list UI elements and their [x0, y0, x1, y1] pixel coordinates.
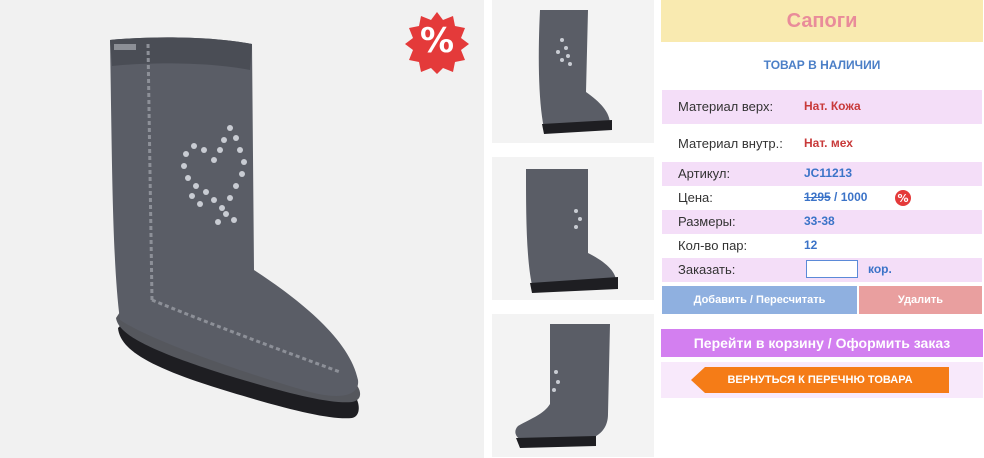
spec-label: Цена: — [678, 190, 713, 205]
product-info-panel: Сапоги ТОВАР В НАЛИЧИИ Материал верх: На… — [660, 0, 984, 458]
boot-thumb-illustration — [515, 324, 610, 448]
new-price: 1000 — [840, 190, 868, 204]
price-value: 1295 / 1000 — [804, 190, 867, 204]
price-separator: / — [830, 190, 841, 204]
spec-label: Кол-во пар: — [678, 238, 748, 253]
order-unit: кор. — [868, 262, 892, 276]
spec-row-material-inner: Материал внутр.: Нат. мех — [662, 128, 982, 158]
boot-thumb-illustration — [538, 10, 612, 134]
spec-value: Нат. Кожа — [804, 99, 861, 113]
spec-row-sizes: Размеры: 33-38 — [662, 210, 982, 234]
old-price: 1295 — [804, 190, 831, 204]
spec-value: Нат. мех — [804, 136, 853, 150]
spec-label: Материал внутр.: — [678, 136, 783, 151]
spec-label: Заказать: — [678, 262, 736, 277]
thumbnail-3[interactable] — [492, 314, 654, 457]
delete-button[interactable]: Удалить — [859, 286, 982, 314]
percent-burst-icon: % — [894, 189, 912, 207]
product-title: Сапоги — [661, 0, 983, 42]
sale-percent-symbol: % — [419, 21, 455, 61]
spec-label: Размеры: — [678, 214, 736, 229]
spec-value: 12 — [804, 238, 818, 252]
back-to-list-label: ВЕРНУТЬСЯ К ПЕРЕЧНЮ ТОВАРА — [727, 374, 913, 386]
add-recalc-button[interactable]: Добавить / Пересчитать — [662, 286, 857, 314]
main-product-image[interactable]: % — [0, 0, 484, 458]
spec-value: 33-38 — [804, 214, 835, 228]
back-to-list-button[interactable]: ВЕРНУТЬСЯ К ПЕРЕЧНЮ ТОВАРА — [691, 367, 949, 393]
spec-value: JC11213 — [804, 166, 853, 180]
spec-label: Материал верх: — [678, 99, 774, 114]
stock-status: ТОВАР В НАЛИЧИИ — [763, 58, 881, 72]
spec-row-order: Заказать: кор. — [662, 258, 982, 282]
sale-badge: % — [405, 10, 469, 74]
thumbnail-2[interactable] — [492, 157, 654, 300]
spec-row-pairs: Кол-во пар: 12 — [662, 234, 982, 258]
go-to-cart-button[interactable]: Перейти в корзину / Оформить заказ — [661, 329, 983, 357]
spec-row-price: Цена: 1295 / 1000 % — [662, 186, 982, 210]
spec-label: Артикул: — [678, 166, 731, 181]
spec-row-article: Артикул: JC11213 — [662, 162, 982, 186]
boot-thumb-illustration — [526, 169, 618, 293]
spec-row-material-top: Материал верх: Нат. Кожа — [662, 90, 982, 124]
svg-text:%: % — [897, 192, 908, 205]
thumbnail-1[interactable] — [492, 0, 654, 143]
order-quantity-input[interactable] — [806, 260, 858, 278]
back-area: ВЕРНУТЬСЯ К ПЕРЕЧНЮ ТОВАРА — [661, 362, 983, 398]
